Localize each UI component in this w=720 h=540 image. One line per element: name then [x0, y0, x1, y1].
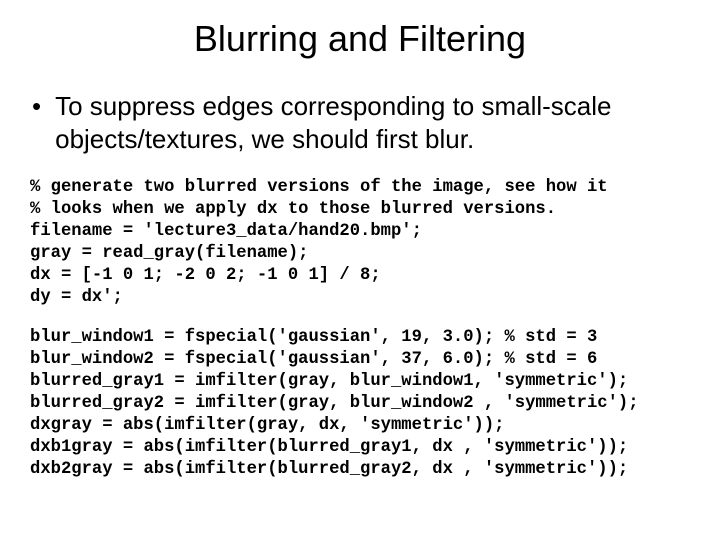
- slide-title: Blurring and Filtering: [30, 18, 690, 60]
- slide: Blurring and Filtering • To suppress edg…: [0, 0, 720, 540]
- code-gap: [30, 309, 690, 327]
- code-block-2: blur_window1 = fspecial('gaussian', 19, …: [30, 327, 690, 481]
- bullet-item: • To suppress edges corresponding to sma…: [30, 90, 690, 155]
- bullet-text: To suppress edges corresponding to small…: [55, 90, 690, 155]
- bullet-dot: •: [32, 90, 41, 123]
- code-block-1: % generate two blurred versions of the i…: [30, 177, 690, 309]
